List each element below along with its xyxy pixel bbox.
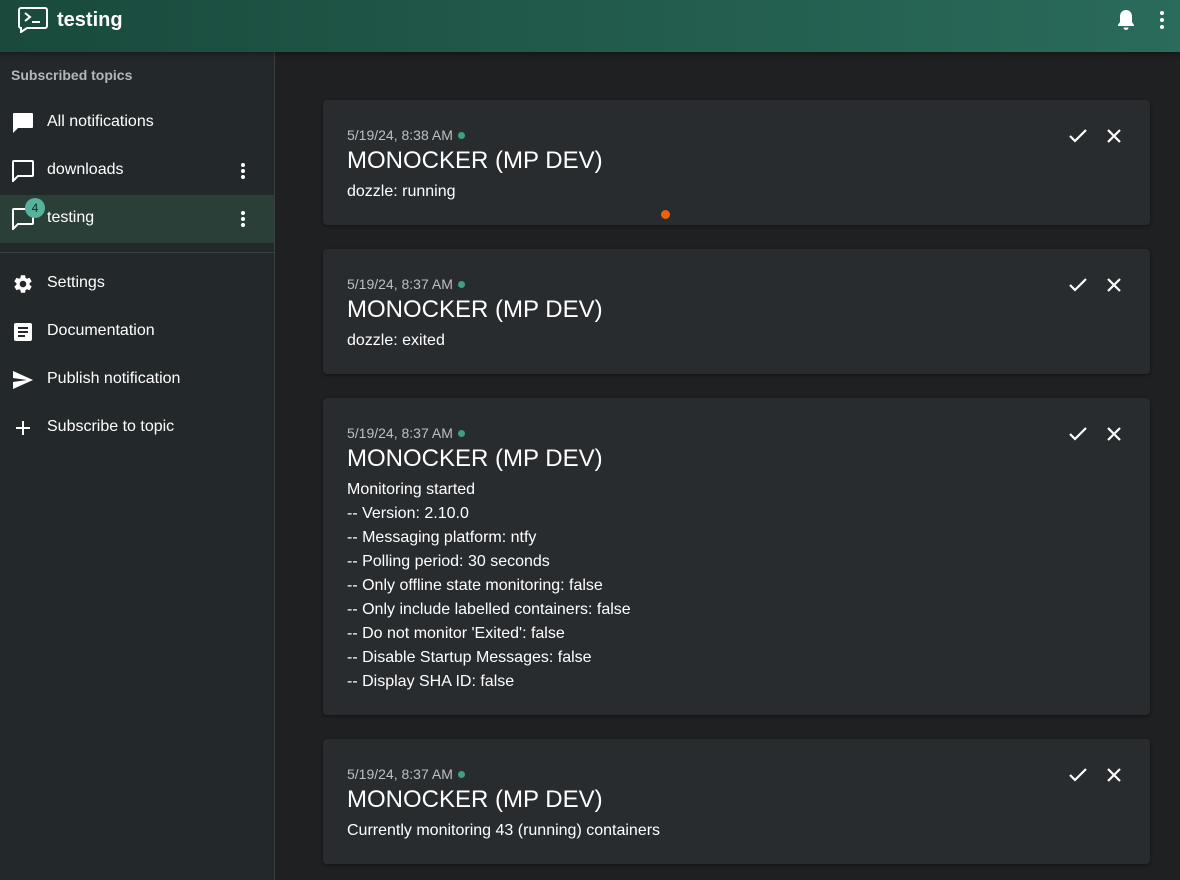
notification-line: -- Only offline state monitoring: false bbox=[347, 577, 603, 594]
sidebar-item-publish[interactable]: Publish notification bbox=[0, 356, 274, 404]
close-icon[interactable] bbox=[1102, 273, 1126, 297]
time-text: 5/19/24, 8:37 AM bbox=[347, 276, 453, 292]
notification-line: -- Only include labelled containers: fal… bbox=[347, 601, 631, 618]
app-title: testing bbox=[57, 9, 123, 31]
close-icon[interactable] bbox=[1102, 763, 1126, 787]
mark-read-check-icon[interactable] bbox=[1066, 763, 1090, 787]
notification-list: 5/19/24, 8:38 AM MONOCKER (MP DEV) dozzl… bbox=[275, 52, 1180, 880]
sidebar-divider bbox=[0, 252, 274, 253]
notification-time: 5/19/24, 8:37 AM bbox=[347, 766, 465, 782]
notification-line: -- Display SHA ID: false bbox=[347, 673, 515, 690]
notification-body: Monitoring started -- Version: 2.10.0 --… bbox=[347, 478, 631, 694]
cursor-indicator-dot bbox=[661, 210, 670, 219]
time-text: 5/19/24, 8:37 AM bbox=[347, 766, 453, 782]
new-indicator-dot bbox=[457, 280, 465, 288]
notification-card: 5/19/24, 8:37 AM MONOCKER (MP DEV) Monit… bbox=[323, 398, 1150, 715]
mark-read-check-icon[interactable] bbox=[1066, 273, 1090, 297]
sidebar-item-all-notifications[interactable]: All notifications bbox=[0, 99, 274, 147]
app-bar: testing bbox=[0, 0, 1180, 52]
notification-time: 5/19/24, 8:38 AM bbox=[347, 127, 465, 143]
notification-line: -- Polling period: 30 seconds bbox=[347, 553, 550, 570]
notification-card: 5/19/24, 8:38 AM MONOCKER (MP DEV) dozzl… bbox=[323, 100, 1150, 225]
notification-line: Monitoring started bbox=[347, 481, 476, 498]
sidebar-item-documentation[interactable]: Documentation bbox=[0, 308, 274, 356]
notification-title: MONOCKER (MP DEV) bbox=[347, 147, 603, 174]
notification-title: MONOCKER (MP DEV) bbox=[347, 786, 603, 813]
sidebar-item-label: Documentation bbox=[47, 322, 155, 339]
notification-body: dozzle: exited bbox=[347, 329, 445, 353]
notification-body: dozzle: running bbox=[347, 180, 456, 204]
sidebar-item-label: Subscribe to topic bbox=[47, 418, 175, 435]
notification-time: 5/19/24, 8:37 AM bbox=[347, 276, 465, 292]
close-icon[interactable] bbox=[1102, 124, 1126, 148]
notification-line: Currently monitoring 43 (running) contai… bbox=[347, 822, 661, 839]
send-icon bbox=[11, 368, 35, 392]
mark-read-check-icon[interactable] bbox=[1066, 124, 1090, 148]
notification-line: dozzle: exited bbox=[347, 332, 445, 349]
time-text: 5/19/24, 8:37 AM bbox=[347, 425, 453, 441]
more-vert-icon[interactable] bbox=[231, 159, 255, 183]
sidebar-item-label: Publish notification bbox=[47, 370, 181, 387]
sidebar-item-label: All notifications bbox=[47, 113, 154, 130]
mark-read-check-icon[interactable] bbox=[1066, 422, 1090, 446]
sidebar-item-downloads[interactable]: downloads bbox=[0, 147, 274, 195]
more-vert-icon[interactable] bbox=[1150, 8, 1174, 32]
sidebar-item-testing[interactable]: 4 testing bbox=[0, 195, 274, 243]
more-vert-icon[interactable] bbox=[231, 207, 255, 231]
chat-outline-icon bbox=[11, 159, 35, 183]
bell-icon[interactable] bbox=[1114, 8, 1138, 32]
terminal-icon[interactable] bbox=[18, 7, 48, 34]
time-text: 5/19/24, 8:38 AM bbox=[347, 127, 453, 143]
sidebar-item-settings[interactable]: Settings bbox=[0, 260, 274, 308]
sidebar-item-label: Settings bbox=[47, 274, 105, 291]
notification-line: -- Disable Startup Messages: false bbox=[347, 649, 592, 666]
notification-card: 5/19/24, 8:37 AM MONOCKER (MP DEV) Curre… bbox=[323, 739, 1150, 864]
plus-icon bbox=[11, 416, 35, 440]
notification-title: MONOCKER (MP DEV) bbox=[347, 296, 603, 323]
notification-line: -- Version: 2.10.0 bbox=[347, 505, 469, 522]
notification-title: MONOCKER (MP DEV) bbox=[347, 445, 603, 472]
gear-icon bbox=[11, 272, 35, 296]
sidebar-header: Subscribed topics bbox=[11, 67, 133, 83]
notification-body: Currently monitoring 43 (running) contai… bbox=[347, 819, 660, 843]
unread-badge: 4 bbox=[25, 198, 45, 218]
document-icon bbox=[11, 320, 35, 344]
sidebar-item-label: downloads bbox=[47, 161, 124, 178]
notification-line: dozzle: running bbox=[347, 183, 456, 200]
new-indicator-dot bbox=[457, 770, 465, 778]
sidebar-item-label: testing bbox=[47, 209, 95, 226]
sidebar: Subscribed topics All notifications down… bbox=[0, 52, 275, 880]
notification-line: -- Messaging platform: ntfy bbox=[347, 529, 537, 546]
chat-filled-icon bbox=[11, 111, 35, 135]
sidebar-item-subscribe[interactable]: Subscribe to topic bbox=[0, 404, 274, 452]
close-icon[interactable] bbox=[1102, 422, 1126, 446]
notification-time: 5/19/24, 8:37 AM bbox=[347, 425, 465, 441]
notification-card: 5/19/24, 8:37 AM MONOCKER (MP DEV) dozzl… bbox=[323, 249, 1150, 374]
notification-line: -- Do not monitor 'Exited': false bbox=[347, 625, 565, 642]
new-indicator-dot bbox=[457, 131, 465, 139]
new-indicator-dot bbox=[457, 429, 465, 437]
